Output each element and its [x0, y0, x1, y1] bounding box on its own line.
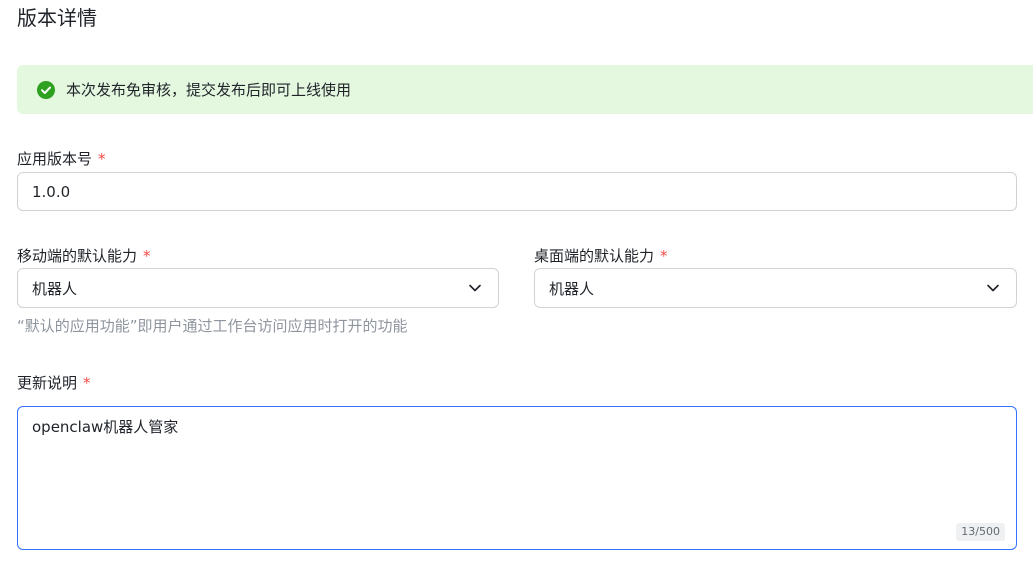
- section-title: 版本详情: [17, 6, 97, 30]
- desktop-default-label: 桌面端的默认能力 *: [534, 245, 668, 267]
- release-notes-label-text: 更新说明: [17, 374, 78, 392]
- required-mark: *: [98, 150, 106, 168]
- check-circle-icon: [37, 80, 55, 99]
- version-input-value: 1.0.0: [32, 182, 71, 201]
- required-mark: *: [143, 247, 151, 265]
- required-mark: *: [660, 247, 668, 265]
- release-notes-value: openclaw机器人管家: [32, 418, 179, 436]
- version-label: 应用版本号 *: [17, 148, 106, 170]
- char-counter: 13/500: [956, 523, 1005, 541]
- default-capability-hint: “默认的应用功能”即用户通过工作台访问应用时打开的功能: [17, 317, 408, 335]
- mobile-default-label: 移动端的默认能力 *: [17, 245, 151, 267]
- mobile-default-select[interactable]: 机器人: [17, 268, 499, 308]
- mobile-default-label-text: 移动端的默认能力: [17, 247, 138, 265]
- desktop-default-label-text: 桌面端的默认能力: [534, 247, 655, 265]
- desktop-default-select[interactable]: 机器人: [534, 268, 1017, 308]
- notice-text: 本次发布免审核，提交发布后即可上线使用: [66, 81, 352, 99]
- version-input[interactable]: 1.0.0: [17, 172, 1017, 211]
- chevron-down-icon: [469, 284, 481, 292]
- version-details-form: 版本详情 本次发布免审核，提交发布后即可上线使用 应用版本号 * 1.0.0 移动…: [0, 0, 1033, 576]
- version-label-text: 应用版本号: [17, 150, 93, 168]
- notice-banner: 本次发布免审核，提交发布后即可上线使用: [17, 65, 1033, 114]
- release-notes-label: 更新说明 *: [17, 372, 91, 394]
- desktop-default-selected: 机器人: [549, 279, 595, 298]
- required-mark: *: [83, 374, 91, 392]
- mobile-default-selected: 机器人: [32, 279, 78, 298]
- chevron-down-icon: [987, 284, 999, 292]
- release-notes-textarea[interactable]: openclaw机器人管家 13/500: [17, 406, 1017, 550]
